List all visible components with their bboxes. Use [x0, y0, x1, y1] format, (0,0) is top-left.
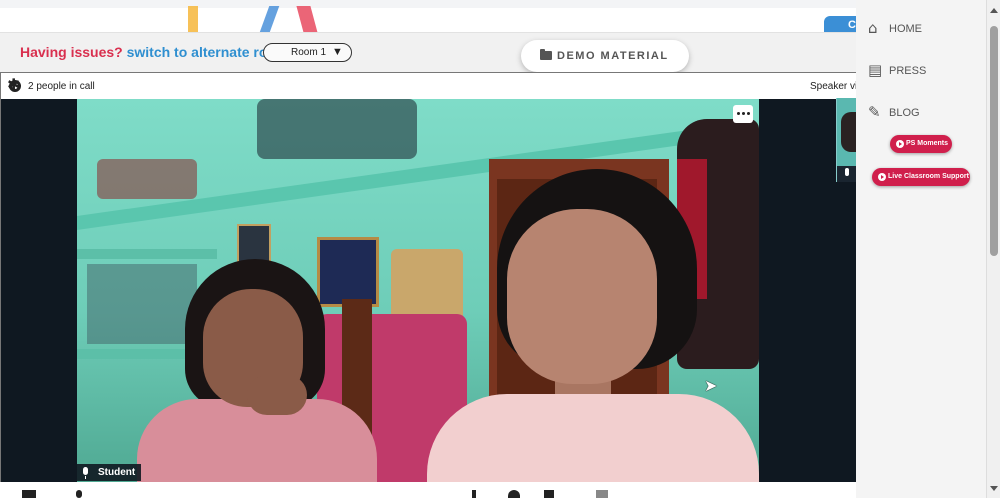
scroll-up-icon[interactable]: [990, 8, 998, 13]
main-video-feed[interactable]: [77, 99, 759, 485]
video-scene-frame: [237, 224, 271, 264]
sidebar-item-label: PRESS: [889, 65, 927, 77]
top-strip: [0, 0, 856, 8]
call-controls-bar: [0, 482, 856, 498]
microphone-icon[interactable]: [76, 490, 82, 498]
mouse-cursor-icon: ➤: [704, 376, 718, 395]
pencil-icon: ✎: [868, 103, 881, 121]
video-scene-shelf: [77, 349, 187, 359]
menu-dot: [747, 112, 750, 115]
demo-material-label: DEMO MATERIAL: [557, 50, 669, 62]
folder-icon: [540, 49, 552, 60]
ps-moments-button[interactable]: PS Moments: [890, 135, 952, 153]
chat-bubble-label: C: [848, 19, 856, 31]
ps-moments-label: PS Moments: [906, 140, 949, 147]
room-select-value: Room 1: [291, 47, 327, 58]
menu-dot: [737, 112, 740, 115]
video-scene-object: [257, 99, 417, 159]
issue-bar: Having issues? switch to alternate room …: [0, 32, 856, 72]
live-classroom-support-button[interactable]: Live Classroom Support: [872, 168, 970, 186]
demo-material-button[interactable]: DEMO MATERIAL: [521, 40, 689, 72]
share-icon[interactable]: [544, 490, 554, 498]
info-icon[interactable]: [472, 490, 476, 498]
screen-icon[interactable]: [596, 490, 608, 498]
participant-thumbnail[interactable]: [836, 98, 856, 182]
more-horizontal-icon[interactable]: [733, 105, 753, 123]
room-select[interactable]: Room 1 ▼: [263, 43, 352, 62]
video-scene-shelf: [77, 249, 217, 259]
scroll-down-icon[interactable]: [990, 486, 998, 491]
sidebar-item-label: BLOG: [889, 107, 920, 119]
right-sidebar: ⌂ HOME ▤ PRESS ✎ BLOG PS Moments Live Cl…: [856, 0, 986, 498]
video-scene-object: [97, 159, 197, 199]
person-right-body: [427, 394, 759, 485]
issue-prefix: Having issues?: [20, 44, 123, 60]
video-scene-frame: [317, 237, 379, 307]
camera-icon[interactable]: [22, 490, 36, 498]
home-icon: ⌂: [868, 19, 878, 37]
play-icon: [878, 173, 886, 181]
gear-icon[interactable]: [7, 75, 21, 94]
call-header: 2 people in call Speaker vi: [1, 73, 857, 99]
live-classroom-support-label: Live Classroom Support: [888, 173, 969, 180]
page-scrollbar[interactable]: [986, 0, 1000, 498]
microphone-icon: [845, 168, 849, 176]
video-scene-object: [87, 264, 197, 344]
speaker-view-toggle[interactable]: Speaker vi: [810, 81, 857, 92]
microphone-icon: [83, 467, 88, 479]
chevron-down-icon: ▼: [332, 46, 343, 58]
thumbnail-person: [841, 112, 856, 152]
participant-name: Student: [98, 467, 136, 478]
issue-text: Having issues? switch to alternate room: [20, 44, 288, 60]
participant-name-tag: Student: [77, 464, 141, 481]
newspaper-icon: ▤: [868, 61, 883, 79]
menu-dot: [742, 112, 745, 115]
person-left-hand: [247, 375, 307, 415]
person-right-face: [507, 209, 657, 384]
app-root: C Having issues? switch to alternate roo…: [0, 0, 1000, 498]
scrollbar-thumb[interactable]: [990, 26, 998, 256]
sidebar-item-label: HOME: [889, 23, 922, 35]
people-count: 2 people in call: [28, 81, 95, 92]
user-icon[interactable]: [508, 490, 520, 498]
play-icon: [896, 140, 904, 148]
